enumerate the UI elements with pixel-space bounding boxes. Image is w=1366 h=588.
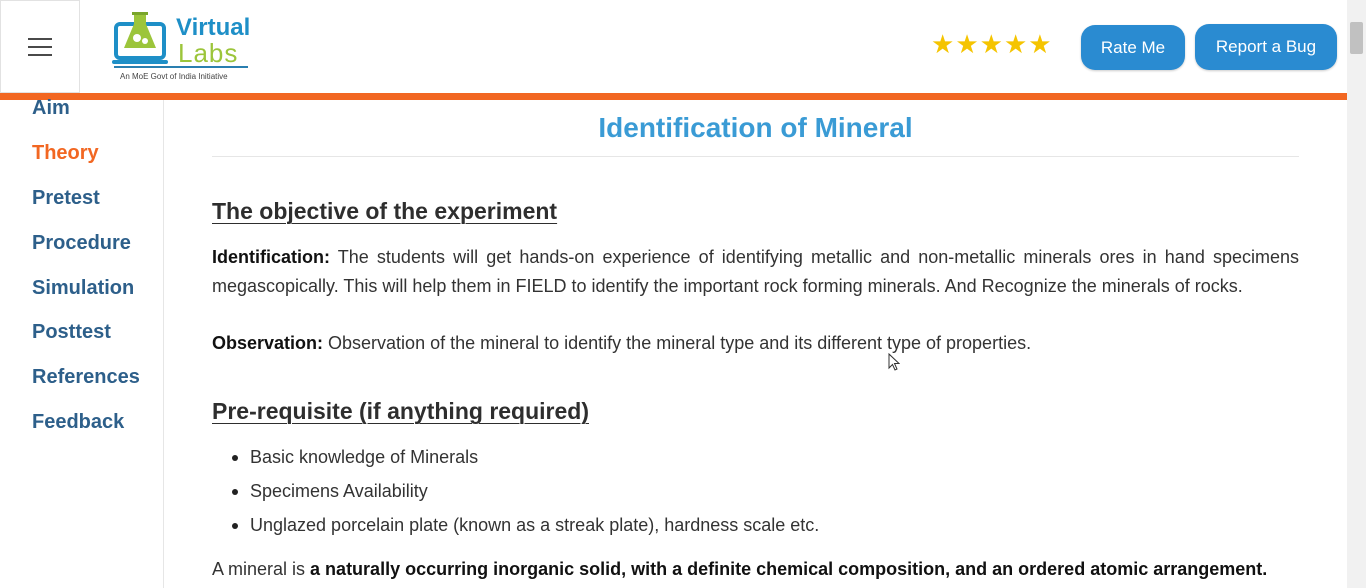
rate-me-button[interactable]: Rate Me xyxy=(1081,25,1185,70)
sidebar-item-simulation[interactable]: Simulation xyxy=(32,277,134,300)
page-scrollbar[interactable] xyxy=(1347,0,1366,588)
prerequisite-list: Basic knowledge of Minerals Specimens Av… xyxy=(212,445,819,547)
logo-divider xyxy=(114,66,248,68)
star-icon[interactable]: ★ xyxy=(931,31,954,57)
list-item: Unglazed porcelain plate (known as a str… xyxy=(212,513,819,547)
rating-stars[interactable]: ★ ★ ★ ★ ★ xyxy=(931,31,1052,57)
sidebar-item-procedure[interactable]: Procedure xyxy=(32,232,131,255)
hamburger-icon xyxy=(28,37,52,56)
star-icon[interactable]: ★ xyxy=(980,31,1003,57)
sidebar-item-posttest[interactable]: Posttest xyxy=(32,321,111,344)
observation-label: Observation: xyxy=(212,333,324,353)
star-icon[interactable]: ★ xyxy=(1028,31,1051,57)
flask-monitor-icon xyxy=(112,12,168,64)
report-bug-button[interactable]: Report a Bug xyxy=(1195,24,1337,70)
sidebar-item-pretest[interactable]: Pretest xyxy=(32,187,100,210)
objective-heading: The objective of the experiment xyxy=(212,198,558,224)
sidebar-item-theory[interactable]: Theory xyxy=(32,142,99,165)
scrollbar-thumb[interactable] xyxy=(1350,22,1363,54)
header-accent-bar xyxy=(0,93,1347,100)
menu-button[interactable] xyxy=(0,0,80,93)
sidebar-item-references[interactable]: References xyxy=(32,366,140,389)
sidebar-item-feedback[interactable]: Feedback xyxy=(32,411,124,434)
identification-label: Identification: xyxy=(212,247,330,267)
title-divider xyxy=(212,156,1299,157)
definition-paragraph: A mineral is a naturally occurring inorg… xyxy=(212,555,1299,584)
logo-tagline: An MoE Govt of India Initiative xyxy=(120,72,228,81)
star-icon[interactable]: ★ xyxy=(955,31,978,57)
logo-word-labs: Labs xyxy=(178,38,239,68)
page: Virtual Labs An MoE Govt of India Initia… xyxy=(0,0,1366,588)
sidebar: Aim Theory Pretest Procedure Simulation … xyxy=(0,97,164,588)
definition-prefix: A mineral is xyxy=(212,559,311,579)
list-item: Basic knowledge of Minerals xyxy=(212,445,819,479)
identification-text: The students will get hands-on experienc… xyxy=(212,247,1299,296)
page-title: Identification of Mineral xyxy=(598,112,913,143)
observation-text: Observation of the mineral to identify t… xyxy=(323,333,1032,353)
identification-paragraph: Identification: The students will get ha… xyxy=(212,243,1299,301)
definition-bold: a naturally occurring inorganic solid, w… xyxy=(310,559,1268,579)
virtual-labs-logo[interactable]: Virtual Labs An MoE Govt of India Initia… xyxy=(108,6,258,86)
sidebar-item-aim[interactable]: Aim xyxy=(32,97,70,120)
observation-paragraph: Observation: Observation of the mineral … xyxy=(212,329,1299,358)
mouse-cursor-icon xyxy=(888,353,900,371)
star-icon[interactable]: ★ xyxy=(1004,31,1027,57)
list-item: Specimens Availability xyxy=(212,479,819,513)
prerequisite-heading: Pre-requisite (if anything required) xyxy=(212,398,589,424)
header: Virtual Labs An MoE Govt of India Initia… xyxy=(0,0,1347,93)
